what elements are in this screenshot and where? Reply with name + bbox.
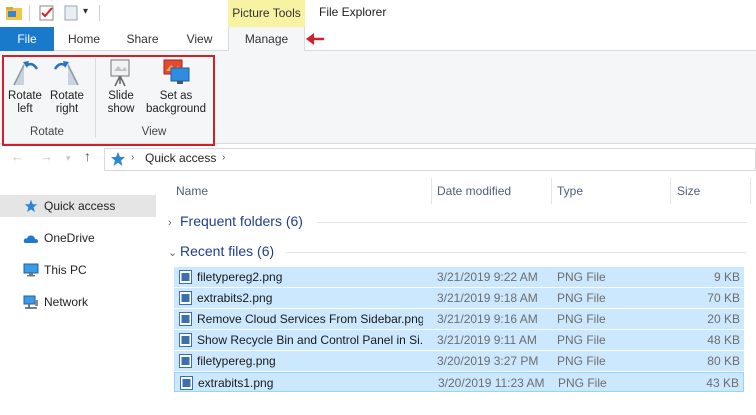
group-header-recent-files[interactable]: ⌄ Recent files (6)	[168, 243, 274, 259]
group-header-frequent-folders[interactable]: › Frequent folders (6)	[168, 213, 303, 229]
sidebar-item-label: This PC	[44, 263, 87, 277]
quick-access-separator	[29, 5, 30, 21]
file-row[interactable]: extrabits1.png 3/20/2019 11:23 AM PNG Fi…	[174, 372, 744, 392]
sidebar-item-onedrive[interactable]: OneDrive	[0, 227, 156, 249]
image-file-icon	[179, 354, 192, 368]
file-row[interactable]: filetypereg2.png 3/21/2019 9:22 AM PNG F…	[174, 267, 744, 287]
new-document-icon[interactable]	[62, 4, 80, 22]
group-label: Frequent folders (6)	[180, 213, 303, 229]
forward-button[interactable]: →	[40, 149, 53, 164]
quick-access-dropdown[interactable]: ▾	[83, 6, 88, 17]
file-size: 9 KB	[713, 270, 740, 284]
sidebar-item-label: OneDrive	[44, 231, 95, 245]
back-button[interactable]: ←	[11, 149, 24, 164]
star-icon	[24, 199, 38, 213]
file-name: filetypereg.png	[197, 354, 276, 368]
tab-home[interactable]: Home	[54, 27, 114, 51]
window-title: File Explorer	[319, 5, 387, 19]
file-type: PNG File	[557, 270, 606, 284]
file-name: extrabits1.png	[198, 376, 274, 390]
tab-file[interactable]: File	[0, 27, 54, 51]
file-type: PNG File	[557, 354, 606, 368]
column-divider[interactable]	[670, 178, 671, 204]
breadcrumb-quick-access[interactable]: Quick access	[145, 151, 216, 165]
file-size: 80 KB	[707, 354, 740, 368]
image-file-icon	[179, 312, 192, 326]
file-size: 70 KB	[707, 291, 740, 305]
column-divider[interactable]	[750, 178, 751, 204]
column-divider[interactable]	[431, 178, 432, 204]
file-date: 3/20/2019 11:23 AM	[438, 376, 545, 390]
recent-locations-button[interactable]: ▾	[66, 153, 71, 164]
file-name: filetypereg2.png	[197, 270, 283, 284]
file-row[interactable]: Show Recycle Bin and Control Panel in Si…	[174, 330, 744, 350]
image-file-icon	[179, 291, 192, 305]
column-header-name[interactable]: Name	[176, 184, 208, 198]
image-file-icon	[180, 376, 193, 390]
file-size: 20 KB	[707, 312, 740, 326]
quick-access-separator	[99, 5, 100, 21]
network-icon	[23, 295, 38, 309]
column-divider[interactable]	[551, 178, 552, 204]
monitor-icon	[23, 263, 39, 277]
folder-icon[interactable]	[5, 4, 23, 22]
file-row[interactable]: filetypereg.png 3/20/2019 3:27 PM PNG Fi…	[174, 351, 744, 371]
file-date: 3/21/2019 9:22 AM	[437, 270, 538, 284]
sidebar-item-quick-access[interactable]: Quick access	[0, 195, 156, 217]
file-name: extrabits2.png	[197, 291, 273, 305]
sidebar-item-network[interactable]: Network	[0, 291, 156, 313]
file-type: PNG File	[557, 312, 606, 326]
column-header-type[interactable]: Type	[557, 184, 583, 198]
file-type: PNG File	[558, 376, 607, 390]
group-label: Recent files (6)	[180, 243, 275, 259]
annotation-highlight-box	[2, 55, 215, 146]
column-header-date-modified[interactable]: Date modified	[437, 184, 511, 198]
file-type: PNG File	[557, 291, 606, 305]
tab-view[interactable]: View	[171, 27, 228, 51]
chevron-down-icon: ⌄	[168, 247, 178, 259]
sidebar-item-label: Network	[44, 295, 89, 309]
file-date: 3/21/2019 9:16 AM	[437, 312, 538, 326]
picture-tools-header: Picture Tools	[228, 0, 305, 27]
breadcrumb-chevron[interactable]: ›	[131, 152, 134, 163]
group-divider	[318, 222, 746, 223]
column-header-size[interactable]: Size	[677, 184, 700, 198]
cloud-icon	[23, 235, 38, 243]
sidebar-item-this-pc[interactable]: This PC	[0, 259, 156, 281]
file-row[interactable]: extrabits2.png 3/21/2019 9:18 AM PNG Fil…	[174, 288, 744, 308]
annotation-arrow-icon	[306, 33, 324, 45]
chevron-right-icon: ›	[168, 217, 172, 229]
file-date: 3/21/2019 9:18 AM	[437, 291, 538, 305]
properties-icon[interactable]	[38, 4, 56, 22]
file-size: 48 KB	[707, 333, 740, 347]
breadcrumb-chevron[interactable]: ›	[222, 152, 225, 163]
file-row[interactable]: Remove Cloud Services From Sidebar.png 3…	[174, 309, 744, 329]
group-divider	[286, 252, 746, 253]
up-button[interactable]: ↑	[84, 148, 91, 164]
file-type: PNG File	[557, 333, 606, 347]
image-file-icon	[179, 270, 192, 284]
image-file-icon	[179, 333, 192, 347]
file-name: Remove Cloud Services From Sidebar.png	[197, 312, 423, 326]
file-name: Show Recycle Bin and Control Panel in Si…	[197, 333, 423, 347]
sidebar-item-label: Quick access	[44, 199, 116, 213]
tab-manage[interactable]: Manage	[228, 27, 305, 52]
file-size: 43 KB	[706, 376, 739, 390]
file-date: 3/20/2019 3:27 PM	[437, 354, 539, 368]
star-icon	[111, 152, 125, 166]
file-date: 3/21/2019 9:11 AM	[437, 333, 537, 347]
tab-share[interactable]: Share	[114, 27, 171, 51]
